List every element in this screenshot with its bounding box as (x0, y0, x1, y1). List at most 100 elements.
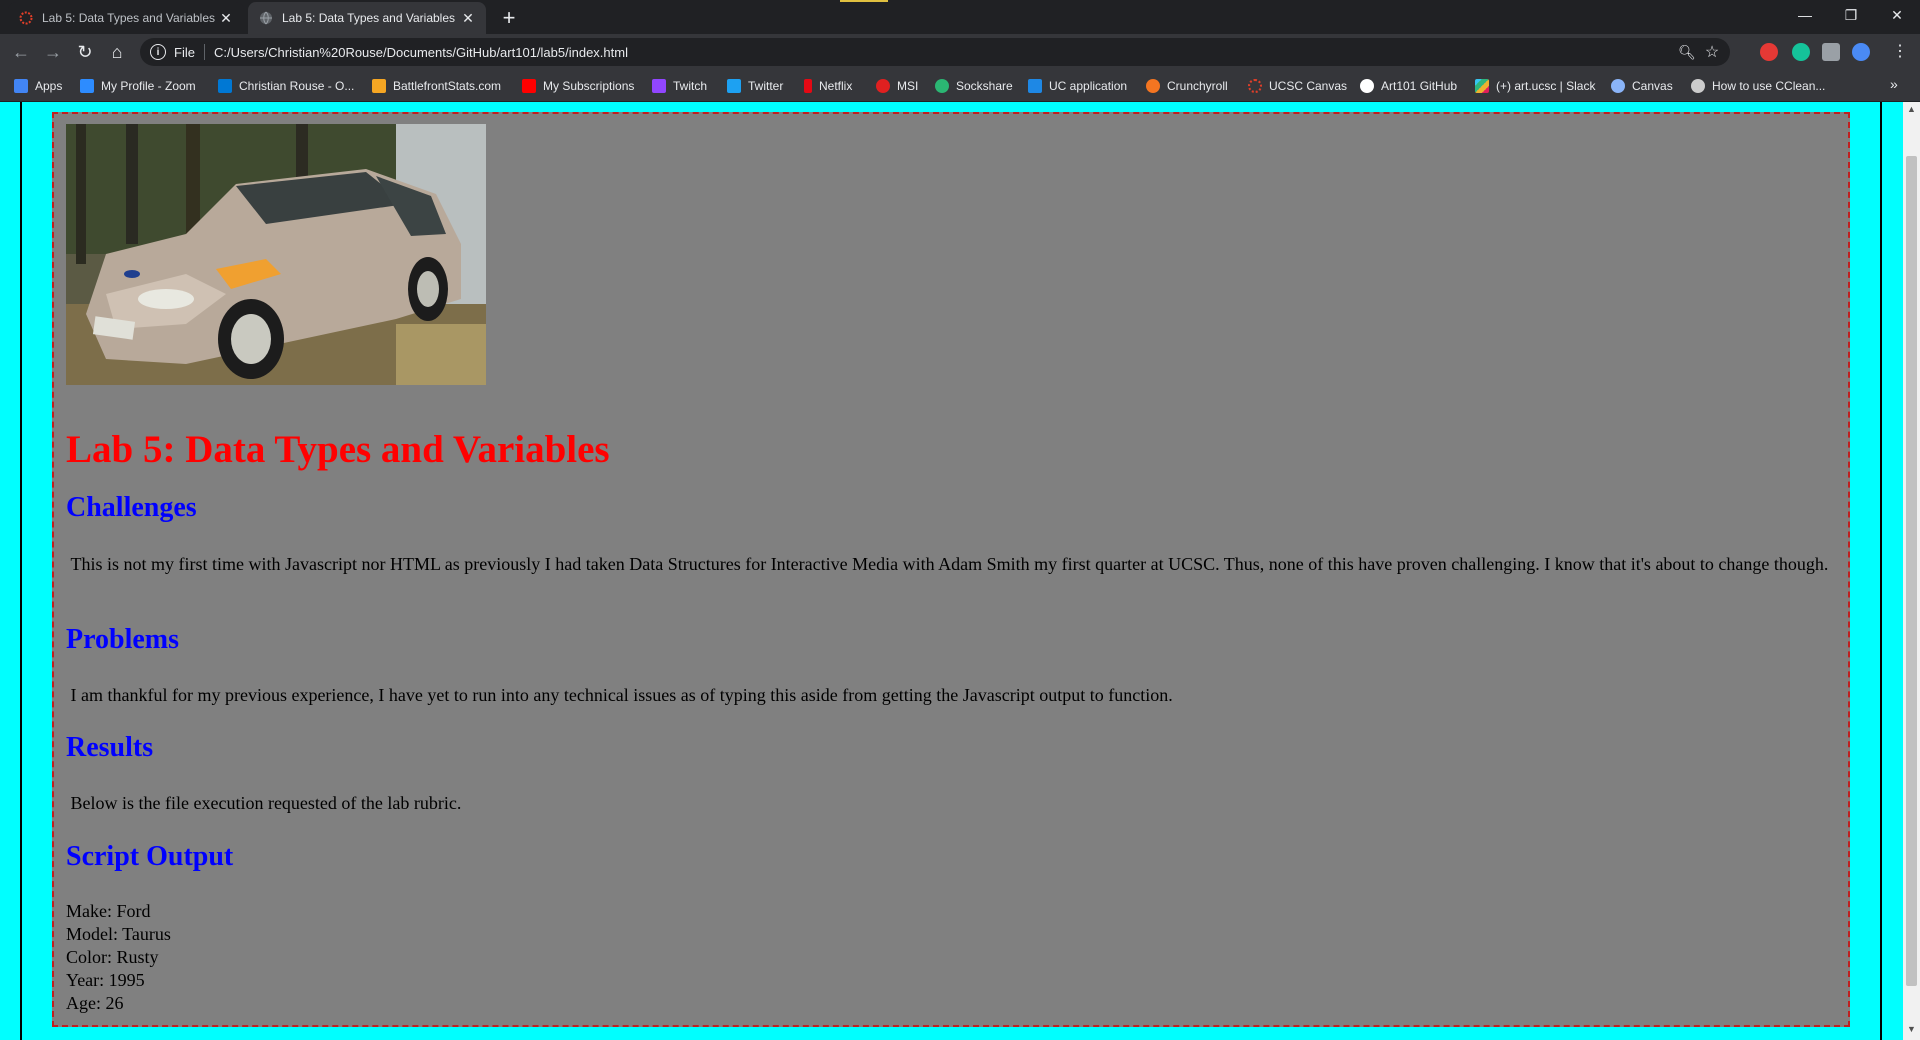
bookmark-item[interactable]: My Subscriptions (522, 76, 634, 96)
bookmark-item[interactable]: My Profile - Zoom (80, 76, 196, 96)
zoom-icon (80, 79, 94, 93)
bookmark-item[interactable]: Art101 GitHub (1360, 76, 1457, 96)
section-text-challenges-body: This is not my first time with Javascrip… (70, 554, 1829, 574)
more-bookmarks-icon[interactable]: » (1890, 76, 1898, 92)
bookmark-item[interactable]: Crunchyroll (1146, 76, 1228, 96)
close-tab-icon[interactable]: ✕ (218, 10, 234, 27)
outlook-icon (218, 79, 232, 93)
msi-icon (876, 79, 890, 93)
bookmark-item[interactable]: Twitch (652, 76, 707, 96)
bookmark-item[interactable]: Twitter (727, 76, 783, 96)
bookmark-label: How to use CClean... (1712, 79, 1826, 93)
bookmarks-bar: Apps My Profile - Zoom Christian Rouse -… (0, 70, 1920, 102)
address-bar[interactable]: i File C:/Users/Christian%20Rouse/Docume… (140, 38, 1730, 66)
scroll-down-arrow-icon[interactable]: ▼ (1907, 1024, 1916, 1034)
bookmark-label: My Profile - Zoom (101, 79, 196, 93)
bookmark-label: Crunchyroll (1167, 79, 1228, 93)
close-window-icon[interactable]: ✕ (1874, 0, 1920, 30)
section-text-results: Below is the file execution requested of… (66, 792, 1846, 815)
scheme-label: File (174, 44, 195, 60)
bookmark-label: Apps (35, 79, 63, 93)
section-text-challenges: This is not my first time with Javascrip… (66, 553, 1846, 576)
battlefront-icon (372, 79, 386, 93)
bookmark-item[interactable]: UC application (1028, 76, 1127, 96)
bookmark-item[interactable]: MSI (876, 76, 918, 96)
tab-title: Lab 5: Data Types and Variables (282, 11, 456, 25)
bookmark-label: UCSC Canvas (1269, 79, 1348, 93)
bookmark-item[interactable]: UCSC Canvas (1248, 76, 1347, 96)
scrollbar-thumb[interactable] (1906, 156, 1917, 986)
section-heading-results: Results (66, 732, 154, 763)
tab-active[interactable]: Lab 5: Data Types and Variables ✕ (248, 2, 486, 34)
minimize-icon[interactable]: — (1782, 0, 1828, 30)
back-arrow-icon[interactable]: ← (9, 40, 33, 64)
bookmark-star-icon[interactable]: ☆ (1698, 42, 1726, 62)
vertical-scrollbar[interactable]: ▲ ▼ (1903, 102, 1920, 1040)
twitch-icon (652, 79, 666, 93)
extension-icon[interactable] (1760, 43, 1778, 61)
bookmark-label: Canvas (1632, 79, 1673, 93)
bookmark-label: (+) art.ucsc | Slack (1496, 79, 1596, 93)
close-tab-icon[interactable]: ✕ (460, 10, 476, 27)
canvas-icon (1248, 79, 1262, 93)
forward-arrow-icon[interactable]: → (41, 40, 65, 64)
bookmark-label: Sockshare (956, 79, 1013, 93)
tab-title: Lab 5: Data Types and Variables (42, 11, 216, 25)
tab-inactive[interactable]: Lab 5: Data Types and Variables ✕ (8, 2, 244, 34)
page-viewport: Lab 5: Data Types and Variables Challeng… (0, 102, 1920, 1040)
reload-icon[interactable]: ↻ (73, 40, 97, 64)
extensions-puzzle-icon[interactable] (1822, 43, 1840, 61)
section-heading-script-output: Script Output (66, 841, 234, 872)
bookmark-label: Netflix (819, 79, 853, 93)
info-icon[interactable]: i (150, 44, 166, 60)
canvas-cloud-icon (1611, 79, 1625, 93)
browser-toolbar: ← → ↻ ⌂ i File C:/Users/Christian%20Rous… (0, 34, 1920, 70)
output-line: Make: Ford (66, 901, 151, 921)
output-line: Model: Taurus (66, 924, 171, 944)
tab-strip: Lab 5: Data Types and Variables ✕ Lab 5:… (0, 0, 1920, 34)
bookmark-item[interactable]: Canvas (1611, 76, 1673, 96)
section-text-problems: I am thankful for my previous experience… (66, 684, 1846, 707)
bookmark-label: BattlefrontStats.com (393, 79, 502, 93)
github-icon (1360, 79, 1374, 93)
section-text-results-body: Below is the file execution requested of… (70, 793, 462, 813)
output-line: Color: Rusty (66, 947, 159, 967)
restore-icon[interactable]: ❐ (1828, 0, 1874, 30)
netflix-icon (804, 79, 812, 93)
content-card: Lab 5: Data Types and Variables Challeng… (52, 112, 1850, 1027)
bookmark-item[interactable]: Sockshare (935, 76, 1013, 96)
divider (203, 44, 205, 60)
page-edge (20, 102, 22, 1040)
apps-grid-icon (14, 79, 28, 93)
script-output: Make: Ford Model: Taurus Color: Rusty Ye… (66, 900, 171, 1015)
output-line: Age: 26 (66, 993, 124, 1013)
section-text-problems-body: I am thankful for my previous experience… (70, 685, 1173, 705)
bookmark-label: Christian Rouse - O... (239, 79, 355, 93)
profile-avatar-icon[interactable] (1852, 43, 1870, 61)
bookmark-item[interactable]: (+) art.ucsc | Slack (1475, 76, 1595, 96)
bookmark-label: MSI (897, 79, 919, 93)
bookmark-item[interactable]: How to use CClean... (1691, 76, 1825, 96)
crunchyroll-icon (1146, 79, 1160, 93)
slack-icon (1475, 79, 1489, 93)
bookmark-item[interactable]: Christian Rouse - O... (218, 76, 354, 96)
canvas-favicon-icon (18, 10, 34, 26)
new-tab-button[interactable]: + (496, 5, 522, 31)
home-icon[interactable]: ⌂ (105, 40, 129, 64)
url-text[interactable]: C:/Users/Christian%20Rouse/Documents/Git… (214, 45, 1676, 60)
menu-kebab-icon[interactable]: ⋮ (1892, 42, 1908, 62)
scroll-up-arrow-icon[interactable]: ▲ (1907, 104, 1916, 114)
section-heading-problems: Problems (66, 624, 180, 655)
page-title: Lab 5: Data Types and Variables (66, 428, 610, 471)
grammarly-icon[interactable] (1792, 43, 1810, 61)
youtube-icon (522, 79, 536, 93)
bookmark-label: My Subscriptions (543, 79, 635, 93)
sockshare-icon (935, 79, 949, 93)
output-line: Year: 1995 (66, 970, 145, 990)
bookmark-item[interactable]: BattlefrontStats.com (372, 76, 501, 96)
bookmark-item[interactable]: Netflix (804, 76, 852, 96)
car-photo (66, 124, 486, 385)
uc-application-icon (1028, 79, 1042, 93)
zoom-icon[interactable]: 🔍︎ (1676, 44, 1698, 61)
bookmark-item[interactable]: Apps (14, 76, 62, 96)
